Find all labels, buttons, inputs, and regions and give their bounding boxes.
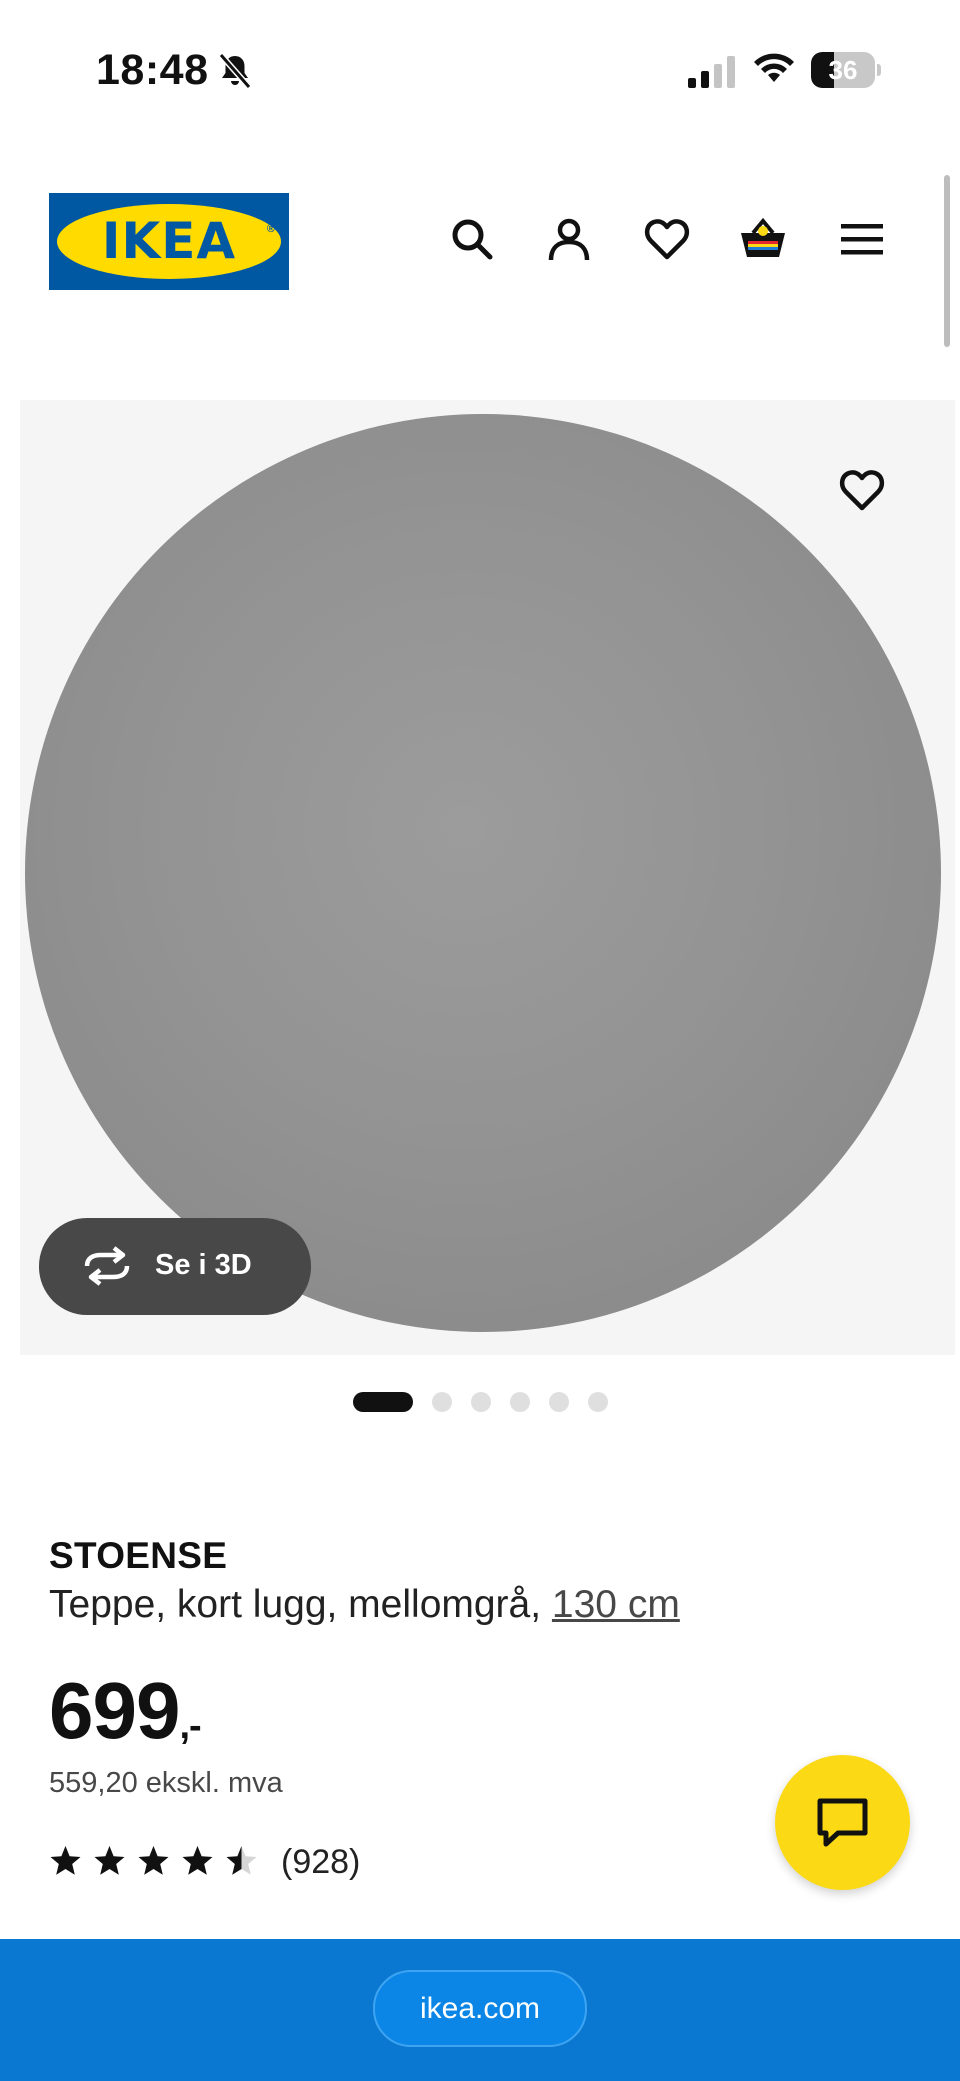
address-bar[interactable]: ikea.com — [373, 1970, 587, 2047]
ikea-logo[interactable]: IKEA ® — [49, 193, 289, 290]
account-icon[interactable] — [545, 215, 593, 263]
search-icon[interactable] — [448, 215, 496, 263]
scrollbar[interactable] — [944, 175, 950, 347]
battery-indicator: 36 — [811, 52, 881, 88]
wifi-icon — [754, 53, 794, 82]
star-icon — [50, 1846, 81, 1875]
browser-bottom-bar: ikea.com — [0, 1939, 960, 2081]
rug-photo — [25, 414, 941, 1332]
product-image[interactable] — [20, 400, 955, 1355]
star-icon — [226, 1846, 257, 1875]
add-to-wishlist-heart-icon[interactable] — [838, 466, 886, 514]
carousel-dot[interactable] — [588, 1392, 608, 1412]
chat-bubble-icon — [817, 1798, 868, 1847]
product-name: STOENSE — [49, 1535, 228, 1576]
product-price: 699,- — [49, 1665, 202, 1757]
logo-text: IKEA — [101, 212, 237, 270]
carousel-dot[interactable] — [353, 1392, 413, 1412]
carousel-dot[interactable] — [549, 1392, 569, 1412]
carousel-dot[interactable] — [510, 1392, 530, 1412]
price-suffix: ,- — [179, 1705, 201, 1747]
review-count[interactable]: (928) — [281, 1843, 360, 1882]
shopping-basket-icon[interactable] — [739, 215, 787, 263]
price-value: 699 — [49, 1666, 180, 1755]
star-icon — [182, 1846, 213, 1875]
status-bar: 18:48 36 — [0, 0, 960, 140]
chat-button[interactable] — [775, 1755, 910, 1890]
battery-level: 36 — [828, 55, 858, 85]
product-description-text: Teppe, kort lugg, mellomgrå, — [49, 1583, 542, 1626]
status-time: 18:48 — [96, 46, 209, 94]
rotate-3d-icon — [84, 1246, 130, 1286]
bell-slash-icon — [218, 53, 252, 89]
star-icon — [138, 1846, 169, 1875]
price-excl-vat: 559,20 ekskl. mva — [49, 1767, 283, 1799]
site-header: IKEA ® — [0, 185, 960, 295]
size-link[interactable]: 130 cm — [552, 1583, 680, 1626]
carousel-dot[interactable] — [432, 1392, 452, 1412]
product-description: Teppe, kort lugg, mellomgrå, 130 cm — [49, 1583, 680, 1627]
view-in-3d-label: Se i 3D — [155, 1249, 252, 1281]
carousel-dot[interactable] — [471, 1392, 491, 1412]
wishlist-heart-icon[interactable] — [643, 215, 691, 263]
cellular-signal-icon — [688, 56, 735, 88]
menu-icon[interactable] — [838, 215, 886, 263]
view-in-3d-button[interactable]: Se i 3D — [39, 1218, 311, 1315]
star-icon — [94, 1846, 125, 1875]
